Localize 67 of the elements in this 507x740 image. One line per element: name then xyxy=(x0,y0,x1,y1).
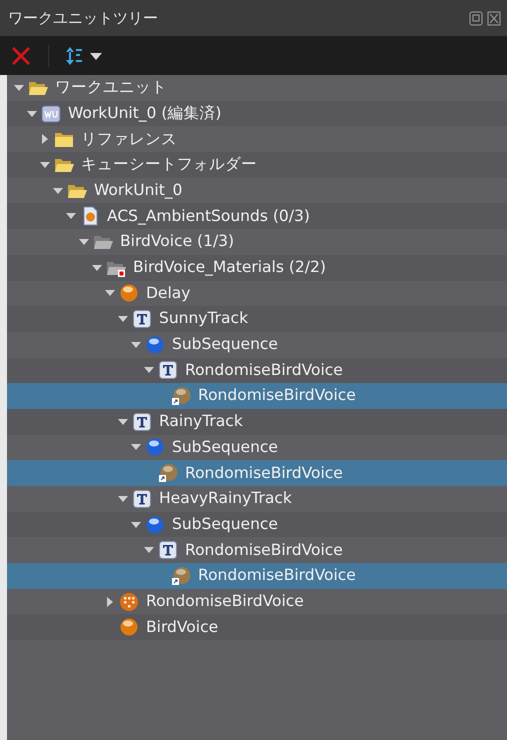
node-label: SunnyTrack xyxy=(159,308,248,330)
tree-row[interactable]: WorkUnit_0 xyxy=(7,178,507,204)
node-label: SubSequence xyxy=(172,334,278,356)
tree-row[interactable]: キューシートフォルダー xyxy=(7,152,507,178)
node-label: WorkUnit_0 (編集済) xyxy=(68,102,222,124)
node-label: BirdVoice (1/3) xyxy=(120,231,234,252)
node-label: SubSequence xyxy=(172,514,278,535)
node-label: ACS_AmbientSounds (0/3) xyxy=(107,206,310,227)
sort-button[interactable] xyxy=(65,44,103,66)
node-label: BirdVoice xyxy=(146,616,218,638)
sphere-icon xyxy=(119,617,139,638)
tree-row[interactable]: ACS_AmbientSounds (0/3) xyxy=(7,203,507,230)
tree-row[interactable]: BirdVoice (1/3) xyxy=(7,229,507,255)
shortcut-icon xyxy=(171,566,191,586)
node-label: RainyTrack xyxy=(159,411,243,432)
tree-row[interactable]: RondomiseBirdVoice xyxy=(7,383,507,409)
node-label: RondomiseBirdVoice xyxy=(185,360,343,381)
tree-row[interactable]: BirdVoice_Materials (2/2) xyxy=(7,254,507,280)
delete-button[interactable] xyxy=(10,44,32,66)
node-label: WorkUnit_0 xyxy=(94,180,182,201)
node-label: RondomiseBirdVoice xyxy=(185,462,343,484)
track-icon xyxy=(132,488,152,509)
sphere-icon xyxy=(145,334,165,355)
node-label: リファレンス xyxy=(81,128,177,150)
shortcut-icon xyxy=(158,463,178,484)
tree-row[interactable]: WorkUnit_0 (編集済) xyxy=(7,100,507,126)
track-icon xyxy=(158,360,178,380)
dice-icon xyxy=(119,592,139,612)
close-icon[interactable] xyxy=(487,10,501,26)
node-label: SubSequence xyxy=(172,436,278,458)
node-label: ワークユニット xyxy=(55,77,167,98)
tree-row[interactable]: SunnyTrack xyxy=(7,306,507,332)
tree-row[interactable]: リファレンス xyxy=(7,126,507,152)
node-label: RondomiseBirdVoice xyxy=(185,540,343,561)
node-label: RondomiseBirdVoice xyxy=(146,590,304,612)
track-icon xyxy=(132,309,152,330)
node-label: RondomiseBirdVoice xyxy=(198,385,356,406)
node-label: Delay xyxy=(146,282,190,304)
sort-icon xyxy=(65,44,85,66)
tree-row[interactable]: RondomiseBirdVoice xyxy=(7,358,507,384)
tree-row[interactable]: HeavyRainyTrack xyxy=(7,486,507,512)
tree-row[interactable]: BirdVoice xyxy=(7,614,507,640)
tree-row[interactable]: SubSequence xyxy=(7,512,507,538)
tree-row[interactable]: ワークユニット xyxy=(7,75,507,101)
document-icon xyxy=(41,104,61,124)
sphere-icon xyxy=(145,514,165,535)
tree-row[interactable]: Delay xyxy=(7,280,507,306)
delete-icon xyxy=(10,44,32,66)
sphere-icon xyxy=(119,283,139,304)
node-label: キューシートフォルダー xyxy=(81,154,257,176)
tree-row[interactable]: SubSequence xyxy=(7,332,507,358)
tree-row[interactable]: RondomiseBirdVoice xyxy=(7,563,507,589)
tree-row[interactable]: RondomiseBirdVoice xyxy=(7,588,507,614)
caret-icon xyxy=(89,50,103,60)
shortcut-icon xyxy=(171,386,191,406)
tree-row[interactable]: RainyTrack xyxy=(7,408,507,435)
track-icon xyxy=(158,540,178,560)
panel-title: ワークユニットツリー xyxy=(8,8,158,29)
node-label: HeavyRainyTrack xyxy=(159,488,292,510)
restore-icon[interactable] xyxy=(469,10,483,26)
tree-row[interactable]: RondomiseBirdVoice xyxy=(7,537,507,564)
node-label: RondomiseBirdVoice xyxy=(198,565,356,586)
sphere-icon xyxy=(145,437,165,458)
tree-row[interactable]: SubSequence xyxy=(7,434,507,460)
node-label: BirdVoice_Materials (2/2) xyxy=(133,257,326,278)
track-icon xyxy=(132,412,152,432)
tree-row[interactable]: RondomiseBirdVoice xyxy=(7,460,507,486)
